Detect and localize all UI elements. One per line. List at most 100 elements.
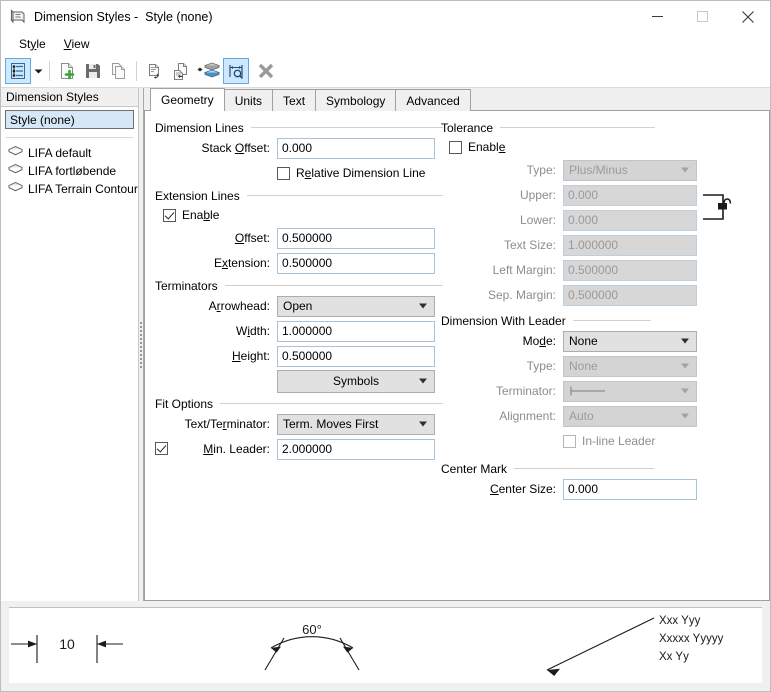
terminator-width-label: Width: xyxy=(235,324,270,338)
delete-style-button[interactable] xyxy=(253,58,279,84)
row-terminator-height: Height: xyxy=(155,344,443,368)
style-book-icon xyxy=(8,145,24,161)
leader-type-label: Type: xyxy=(526,359,556,373)
group-dimension-with-leader-title: Dimension With Leader xyxy=(441,312,756,329)
group-title-label: Dimension Lines xyxy=(155,120,244,135)
window-title: Dimension Styles - Style (none) xyxy=(34,9,213,24)
terminator-height-input[interactable] xyxy=(277,345,435,367)
group-fit-options: Fit Options Text/Terminator: Term. Moves… xyxy=(155,395,443,461)
row-tolerance-enable: Enable xyxy=(441,136,756,158)
preview-leader-line-3: Xx Yy xyxy=(659,651,689,663)
text-terminator-value: Term. Moves First xyxy=(283,417,379,431)
group-tolerance: Tolerance Enable Type: Plus/Minus Upper:… xyxy=(441,119,756,307)
leader-alignment-value: Auto xyxy=(569,409,594,423)
group-rule xyxy=(250,127,443,128)
group-title-label: Fit Options xyxy=(155,396,214,411)
group-rule xyxy=(572,320,651,321)
min-leader-input[interactable] xyxy=(277,438,435,460)
chevron-down-icon xyxy=(681,167,689,173)
symbols-button[interactable]: Symbols xyxy=(277,369,435,393)
min-leader-label: Min. Leader: xyxy=(203,442,270,456)
row-leader-mode: Mode: None xyxy=(441,329,756,353)
style-list: LIFA default LIFA fortløbende LIFA Terra… xyxy=(1,144,138,198)
import-style-button[interactable] xyxy=(141,58,167,84)
tab-text[interactable]: Text xyxy=(272,89,317,111)
close-button[interactable] xyxy=(725,1,770,32)
row-leader-alignment: Alignment: Auto xyxy=(441,404,756,428)
new-style-button[interactable] xyxy=(54,58,80,84)
inline-leader-checkbox[interactable] xyxy=(563,434,576,448)
tab-units-label: Units xyxy=(234,93,263,108)
group-rule xyxy=(220,403,443,404)
selected-style-field[interactable]: Style (none) xyxy=(5,110,134,129)
leader-mode-label: Mode: xyxy=(522,334,556,348)
chevron-down-icon xyxy=(681,363,689,369)
text-terminator-dropdown[interactable]: Term. Moves First xyxy=(277,413,435,435)
group-tolerance-title: Tolerance xyxy=(441,119,756,136)
tolerance-lower-input[interactable] xyxy=(563,209,697,231)
row-extension-enable: Enable xyxy=(155,204,443,226)
group-extension-lines: Extension Lines Enable Offset: Exte xyxy=(155,187,443,275)
tolerance-left-margin-input[interactable] xyxy=(563,259,697,281)
group-dimension-with-leader: Dimension With Leader Mode: None Type: N… xyxy=(441,312,756,453)
menu-style-label: Style xyxy=(19,36,46,51)
list-item[interactable]: LIFA Terrain Contour E xyxy=(8,180,138,198)
match-dimension-button[interactable] xyxy=(223,58,249,84)
chevron-down-icon[interactable] xyxy=(31,58,45,84)
tolerance-text-size-input[interactable] xyxy=(563,234,697,256)
arrowhead-dropdown[interactable]: Open xyxy=(277,295,435,317)
style-list-button[interactable] xyxy=(5,58,31,84)
leader-terminator-dropdown[interactable] xyxy=(563,380,697,402)
save-style-button[interactable] xyxy=(80,58,106,84)
update-from-element-button[interactable] xyxy=(193,58,223,84)
list-item-label: LIFA default xyxy=(28,146,92,160)
geometry-right-column: Tolerance Enable Type: Plus/Minus Upper:… xyxy=(441,119,756,503)
tolerance-type-label: Type: xyxy=(526,163,556,177)
chevron-down-icon xyxy=(419,421,427,427)
tolerance-type-dropdown[interactable]: Plus/Minus xyxy=(563,159,697,181)
terminator-width-input[interactable] xyxy=(277,320,435,342)
extension-offset-input[interactable] xyxy=(277,227,435,249)
text-terminator-label: Text/Terminator: xyxy=(184,417,270,431)
tab-advanced[interactable]: Advanced xyxy=(395,89,471,111)
tab-units[interactable]: Units xyxy=(223,89,274,111)
chevron-down-icon xyxy=(419,378,427,384)
tab-geometry[interactable]: Geometry xyxy=(150,88,225,111)
stack-offset-input[interactable] xyxy=(277,137,435,159)
extension-extension-input[interactable] xyxy=(277,252,435,274)
leader-mode-dropdown[interactable]: None xyxy=(563,330,697,352)
row-stack-offset: Stack Offset: xyxy=(155,136,443,160)
row-relative-dimension-line: Relative Dimension Line xyxy=(155,161,443,185)
row-leader-terminator: Terminator: xyxy=(441,379,756,403)
list-item[interactable]: LIFA fortløbende xyxy=(8,162,138,180)
min-leader-checkbox[interactable] xyxy=(155,442,168,455)
maximize-button[interactable] xyxy=(680,1,725,32)
row-symbols: Symbols xyxy=(155,369,443,393)
minimize-button[interactable] xyxy=(635,1,680,32)
styles-sidebar: Dimension Styles Style (none) LIFA defau… xyxy=(1,88,139,601)
list-item[interactable]: LIFA default xyxy=(8,144,138,162)
center-size-input[interactable] xyxy=(563,478,697,500)
group-rule xyxy=(246,195,443,196)
leader-type-dropdown[interactable]: None xyxy=(563,355,697,377)
menu-bar: Style View xyxy=(1,32,770,55)
leader-alignment-dropdown[interactable]: Auto xyxy=(563,405,697,427)
dimension-style-icon xyxy=(10,8,26,25)
menu-view[interactable]: View xyxy=(55,35,99,53)
menu-style[interactable]: Style xyxy=(10,35,55,53)
list-item-label: LIFA fortløbende xyxy=(28,164,117,178)
group-extension-lines-title: Extension Lines xyxy=(155,187,443,204)
tab-symbology[interactable]: Symbology xyxy=(315,89,397,111)
relative-dimension-line-checkbox[interactable] xyxy=(277,166,290,180)
extension-enable-checkbox[interactable] xyxy=(163,208,176,222)
tolerance-sep-margin-input[interactable] xyxy=(563,284,697,306)
preview-angular-dimension xyxy=(264,636,360,671)
tolerance-upper-input[interactable] xyxy=(563,184,697,206)
export-style-button[interactable] xyxy=(167,58,193,84)
row-terminator-width: Width: xyxy=(155,319,443,343)
group-rule xyxy=(224,285,443,286)
title-bar: Dimension Styles - Style (none) xyxy=(1,1,770,32)
copy-style-button[interactable] xyxy=(106,58,132,84)
tolerance-enable-checkbox[interactable] xyxy=(449,140,462,154)
list-item-label: LIFA Terrain Contour E xyxy=(28,182,138,196)
